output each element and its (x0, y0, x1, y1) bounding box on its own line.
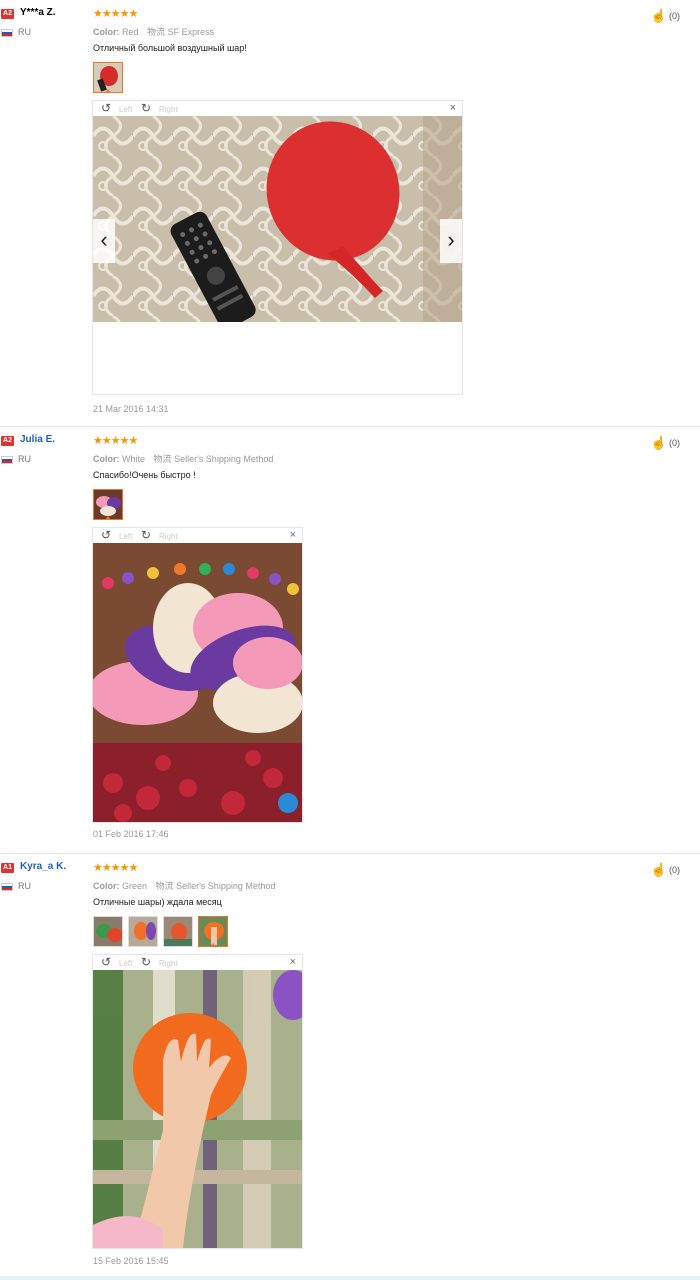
star-rating: ★★★★★ (93, 862, 138, 874)
rotate-left-icon[interactable]: ↺ (101, 102, 111, 114)
order-attributes: Color: Green 物流 Seller's Shipping Method (93, 879, 275, 892)
photo-thumbnail[interactable] (93, 489, 123, 520)
rotate-right-icon[interactable]: ↻ (141, 956, 151, 968)
feedback-text: Спасибо!Очень быстро ! (93, 470, 196, 480)
page-bottom-divider (0, 1276, 700, 1280)
country-code: RU (18, 454, 31, 464)
order-attributes: Color: White 物流 Seller's Shipping Method (93, 452, 273, 465)
photo-thumbnail[interactable] (93, 916, 123, 947)
shipping-label: 物流 (155, 881, 174, 891)
close-icon[interactable]: × (450, 102, 456, 114)
prev-photo-arrow[interactable]: ‹ (93, 219, 115, 263)
like-button[interactable]: ☝ (0) (651, 435, 680, 451)
photo-thumbnails (93, 916, 228, 947)
reviewer-name[interactable]: Julia E. (20, 434, 55, 445)
review-date: 01 Feb 2016 17:46 (93, 829, 169, 839)
color-value: White (122, 454, 146, 464)
rotate-right-icon[interactable]: ↻ (141, 102, 151, 114)
red-balloon-thumb-image (94, 63, 122, 92)
country-code: RU (18, 881, 31, 891)
orange-balloon-thumb-image (199, 917, 227, 946)
like-count: (0) (669, 11, 680, 21)
photo-thumbnails (93, 62, 123, 93)
thumbs-up-icon[interactable]: ☝ (651, 8, 667, 24)
review-photo (93, 116, 462, 322)
russia-flag-icon (1, 29, 13, 37)
like-button[interactable]: ☝ (0) (651, 862, 680, 878)
reviewer-name[interactable]: Y***a Z. (20, 7, 56, 18)
photo-viewer: ↺ Left ↻ Right × (92, 527, 303, 823)
review-item: A1 Kyra_a K. RU ★★★★★ Color: Green 物流 Se… (0, 853, 700, 1273)
photo-thumbnail[interactable] (198, 916, 228, 947)
country-code: RU (18, 27, 31, 37)
shipping-value: SF Express (167, 27, 215, 37)
russia-flag-icon (1, 883, 13, 891)
balloons-thumb-image (94, 490, 122, 519)
like-count: (0) (669, 865, 680, 875)
next-photo-arrow[interactable]: › (440, 219, 462, 263)
rotate-left-label[interactable]: Left (119, 532, 132, 541)
photo-viewer: ↺ Left ↻ Right × (92, 954, 303, 1249)
rotate-left-icon[interactable]: ↺ (101, 529, 111, 541)
photo-thumbnails (93, 489, 123, 520)
rotate-right-label[interactable]: Right (159, 532, 178, 541)
thumbs-up-icon[interactable]: ☝ (651, 862, 667, 878)
viewer-toolbar: ↺ Left ↻ Right × (93, 101, 462, 116)
rotate-left-icon[interactable]: ↺ (101, 956, 111, 968)
color-label: Color: (93, 881, 120, 891)
review-item: A2 Julia E. RU ★★★★★ Color: White 物流 Sel… (0, 426, 700, 852)
shipping-label: 物流 (147, 27, 166, 37)
photo-thumbnail[interactable] (128, 916, 158, 947)
balloons-thumb-image (129, 917, 157, 946)
buyer-level-badge: A2 (1, 436, 14, 446)
close-icon[interactable]: × (290, 529, 296, 541)
review-date: 21 Mar 2016 14:31 (93, 404, 169, 414)
color-label: Color: (93, 27, 120, 37)
buyer-level-badge: A2 (1, 9, 14, 19)
color-value: Red (122, 27, 139, 37)
review-date: 15 Feb 2016 15:45 (93, 1256, 169, 1266)
thumbs-up-icon[interactable]: ☝ (651, 435, 667, 451)
rotate-left-label[interactable]: Left (119, 959, 132, 968)
feedback-text: Отличные шары) ждала месяц (93, 897, 222, 907)
review-item: A2 Y***a Z. RU ★★★★★ Color: Red 物流 SF Ex… (0, 0, 700, 425)
reviewer-name[interactable]: Kyra_a K. (20, 861, 66, 872)
color-label: Color: (93, 454, 120, 464)
photo-thumbnail[interactable] (163, 916, 193, 947)
viewer-toolbar: ↺ Left ↻ Right × (93, 955, 302, 970)
rotate-right-icon[interactable]: ↻ (141, 529, 151, 541)
rotate-right-label[interactable]: Right (159, 105, 178, 114)
like-count: (0) (669, 438, 680, 448)
color-value: Green (122, 881, 148, 891)
shipping-label: 物流 (153, 454, 172, 464)
rotate-right-label[interactable]: Right (159, 959, 178, 968)
balloons-thumb-image (94, 917, 122, 946)
buyer-level-badge: A1 (1, 863, 14, 873)
shipping-value: Seller's Shipping Method (174, 454, 274, 464)
star-rating: ★★★★★ (93, 435, 138, 447)
rotate-left-label[interactable]: Left (119, 105, 132, 114)
photo-thumbnail[interactable] (93, 62, 123, 93)
viewer-toolbar: ↺ Left ↻ Right × (93, 528, 302, 543)
shipping-value: Seller's Shipping Method (176, 881, 276, 891)
review-photo (93, 543, 302, 822)
balloons-thumb-image (164, 917, 192, 946)
close-icon[interactable]: × (290, 956, 296, 968)
photo-viewer: ↺ Left ↻ Right × (92, 100, 463, 395)
star-rating: ★★★★★ (93, 8, 138, 20)
like-button[interactable]: ☝ (0) (651, 8, 680, 24)
review-photo (93, 970, 302, 1248)
russia-flag-icon (1, 456, 13, 464)
feedback-text: Отличный большой воздушный шар! (93, 43, 247, 53)
order-attributes: Color: Red 物流 SF Express (93, 25, 214, 38)
